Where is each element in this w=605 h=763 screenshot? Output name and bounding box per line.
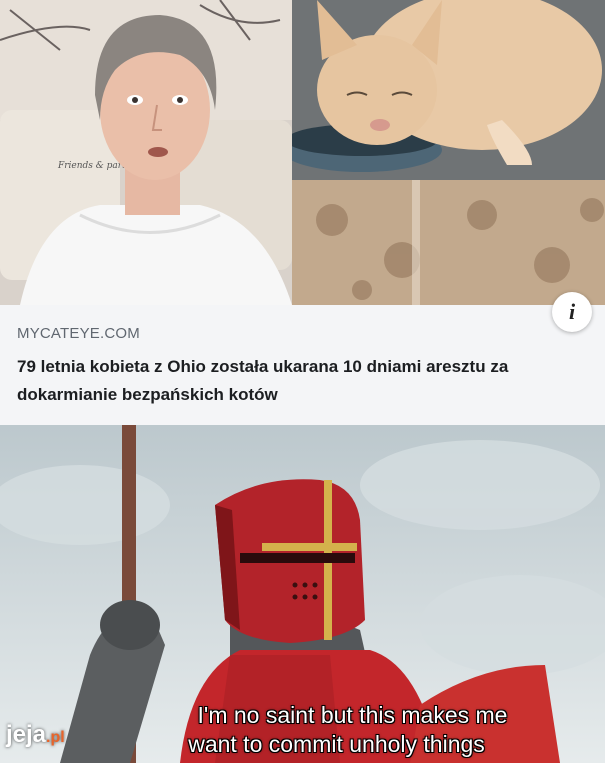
source-domain: MYCATEYE.COM: [17, 325, 140, 342]
link-preview-card[interactable]: MYCATEYE.COM 79 letnia kobieta z Ohio zo…: [0, 305, 605, 425]
jeja-watermark: jeja.pl: [6, 721, 65, 749]
info-button[interactable]: i: [552, 292, 592, 332]
meme-image: Friends & partners MYCATEYE.COM 79 letni…: [0, 0, 605, 763]
knight-meme-panel: I'm no saint but this makes me want to c…: [0, 425, 605, 763]
info-icon: i: [568, 299, 576, 324]
cat-photo: [292, 0, 605, 305]
article-photo[interactable]: Friends & partners: [0, 0, 605, 305]
meme-caption-line-1: I'm no saint but this makes me: [197, 702, 508, 728]
watermark-tld: .pl: [46, 729, 65, 746]
article-headline[interactable]: 79 letnia kobieta z Ohio została ukarana…: [17, 353, 587, 409]
meme-caption-line-2: want to commit unholy things: [188, 731, 485, 757]
woman-photo: Friends & partners: [0, 0, 292, 305]
watermark-brand: jeja: [6, 721, 47, 748]
